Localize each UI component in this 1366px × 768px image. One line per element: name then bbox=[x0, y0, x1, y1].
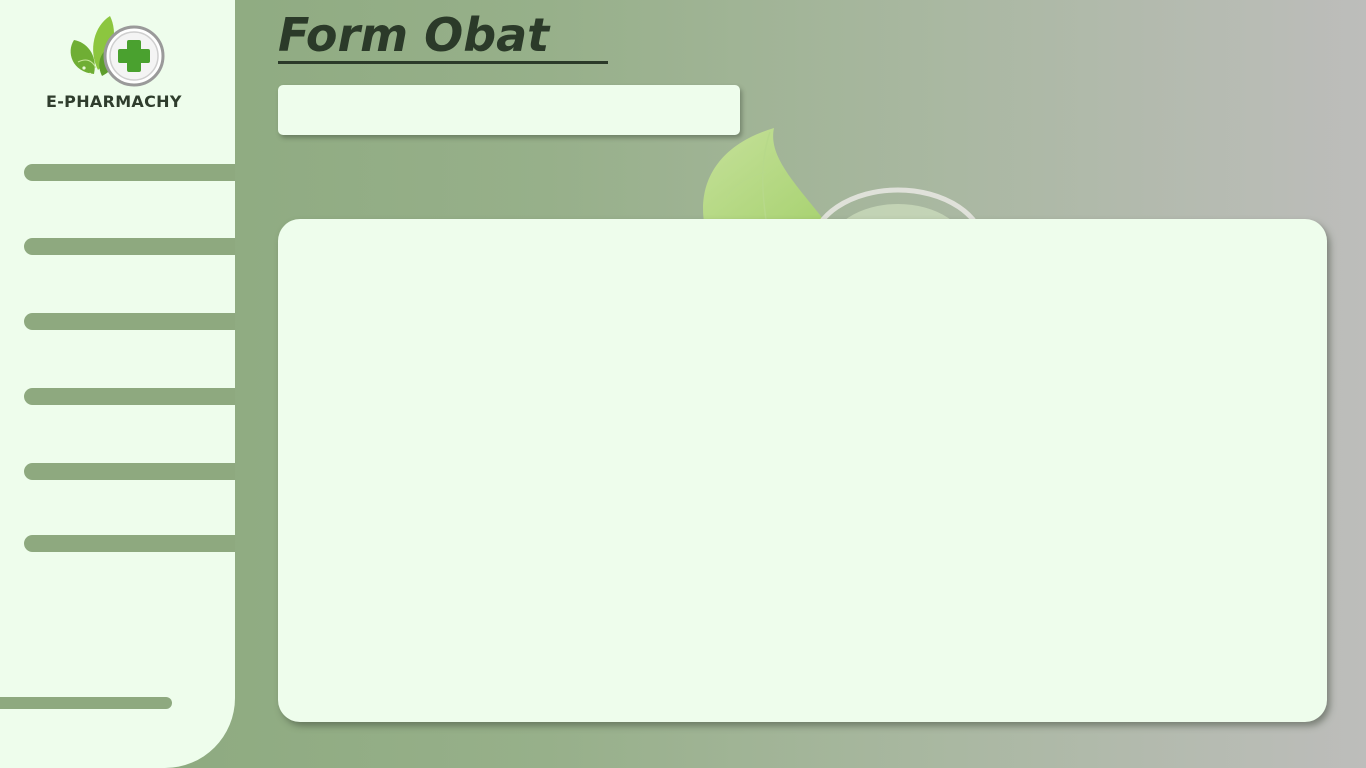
sidebar-item-3[interactable] bbox=[24, 313, 235, 330]
brand-logo[interactable]: E-PHARMACHY bbox=[40, 10, 200, 116]
leaf-watermark-icon bbox=[703, 128, 978, 222]
form-panel bbox=[278, 219, 1327, 722]
brand-name: E-PHARMACHY bbox=[46, 92, 182, 111]
leaf-cross-logo-icon bbox=[70, 16, 165, 87]
sidebar-item-2[interactable] bbox=[24, 238, 235, 255]
sidebar-item-5[interactable] bbox=[24, 463, 235, 480]
sidebar-item-1[interactable] bbox=[24, 164, 235, 181]
sidebar: E-PHARMACHY bbox=[0, 0, 235, 768]
sidebar-item-4[interactable] bbox=[24, 388, 235, 405]
search-input[interactable] bbox=[278, 85, 740, 135]
page-title: Form Obat bbox=[278, 8, 550, 62]
sidebar-bottom-item[interactable] bbox=[0, 697, 172, 709]
title-underline bbox=[278, 61, 608, 64]
sidebar-item-6[interactable] bbox=[24, 535, 235, 552]
